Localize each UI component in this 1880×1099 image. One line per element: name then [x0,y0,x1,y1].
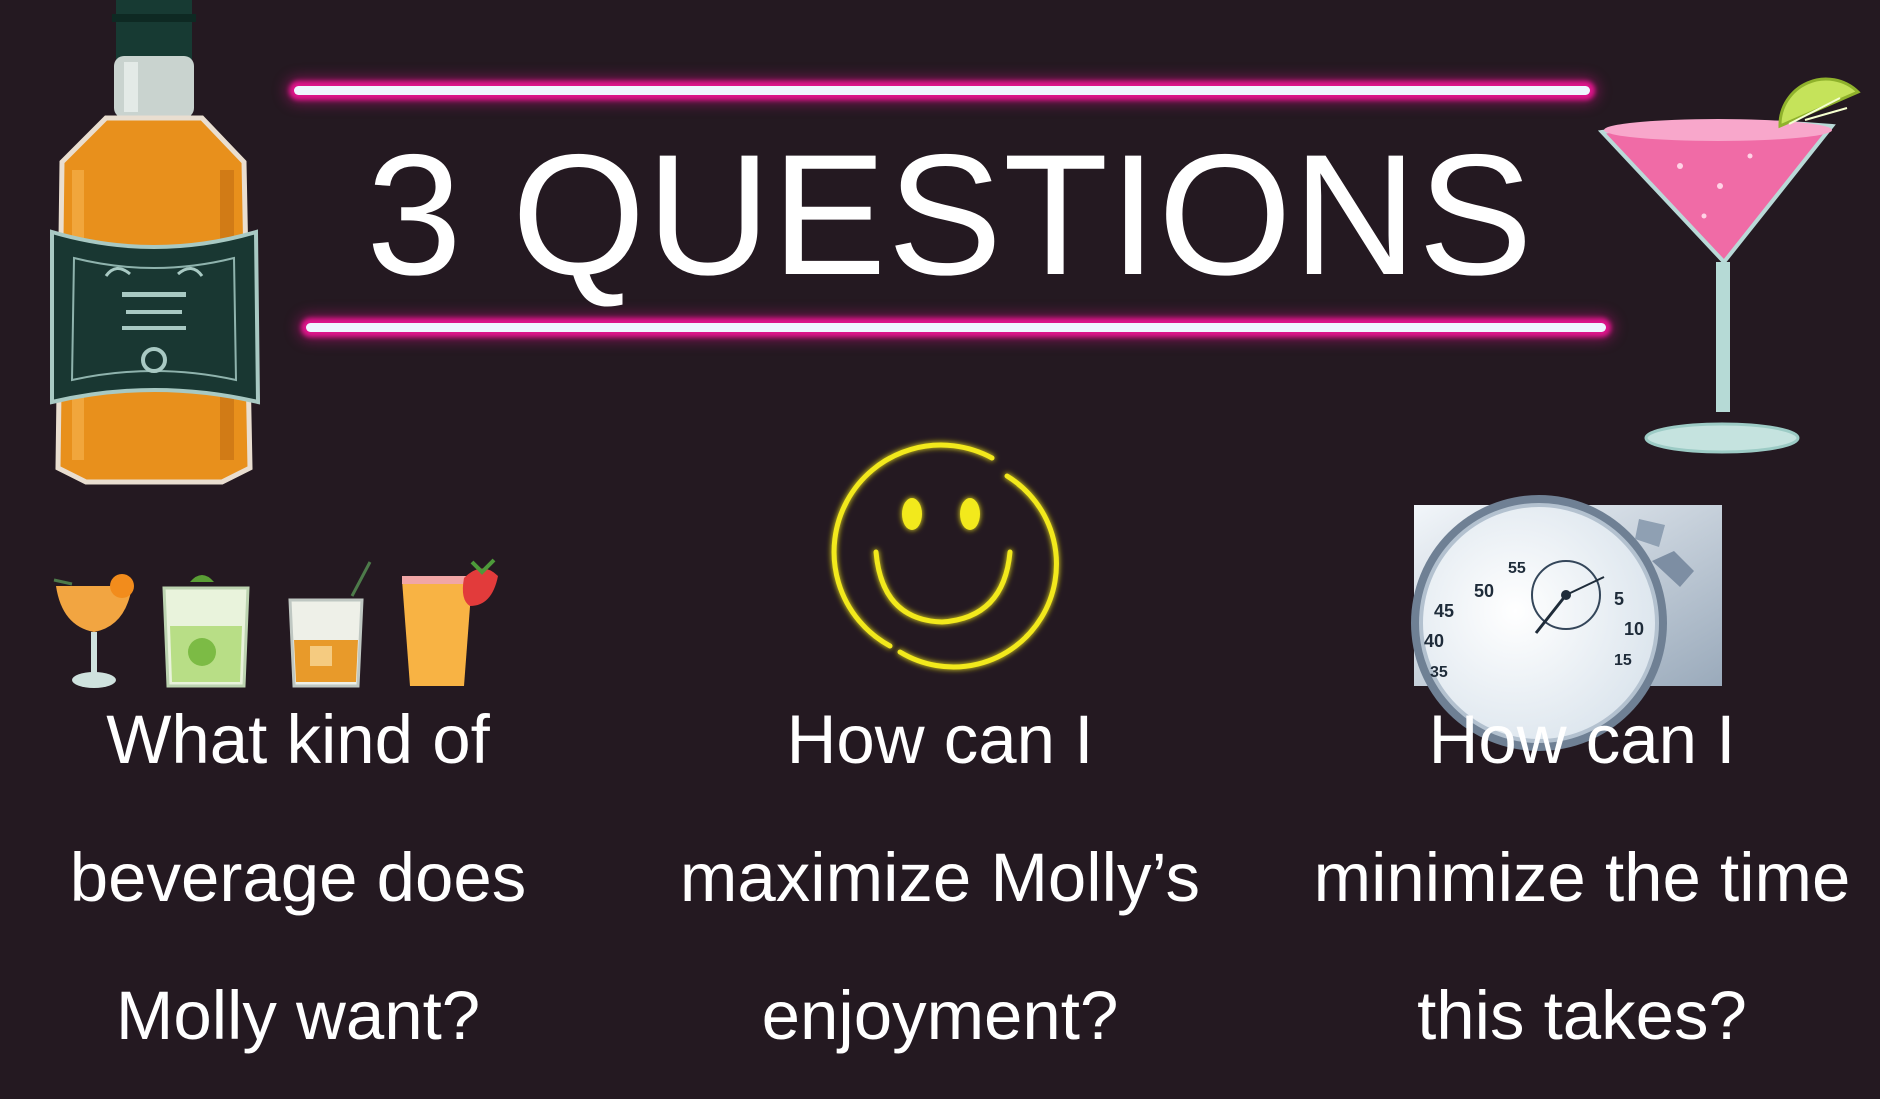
neon-smiley-icon [831,442,1059,670]
stopwatch-dial-number: 55 [1508,560,1526,577]
question-line: this takes? [1417,977,1747,1054]
question-line: How can I [786,701,1094,778]
question-line: beverage does [69,839,527,916]
stopwatch-dial-number: 50 [1474,581,1494,601]
question-beverage: What kind of beverage does Molly want? [18,685,578,1099]
stopwatch-image: 50 55 5 10 15 45 40 35 [1411,495,1722,751]
stopwatch-dial-number: 35 [1430,664,1448,681]
stopwatch-dial-number: 15 [1614,652,1632,669]
question-enjoyment: How can I maximize Molly’s enjoyment? [660,685,1220,1099]
stopwatch-dial-number: 5 [1614,589,1624,609]
pink-martini-illustration [1597,77,1861,454]
stopwatch-dial-number: 45 [1434,601,1454,621]
stopwatch-dial-number: 40 [1424,631,1444,651]
bottom-neon-line [306,323,1606,332]
question-line: How can I [1428,701,1736,778]
question-line: minimize the time [1313,839,1851,916]
question-line: Molly want? [115,977,481,1054]
whiskey-bottle-illustration [50,0,261,485]
stopwatch-dial-number: 10 [1624,619,1644,639]
question-line: What kind of [106,701,490,778]
question-time: How can I minimize the time this takes? [1302,685,1862,1099]
slide-title: 3 QUESTIONS [366,119,1534,311]
cocktail-glasses-icon [53,558,498,688]
top-neon-line [294,86,1590,95]
question-line: enjoyment? [761,977,1119,1054]
question-line: maximize Molly’s [679,839,1201,916]
